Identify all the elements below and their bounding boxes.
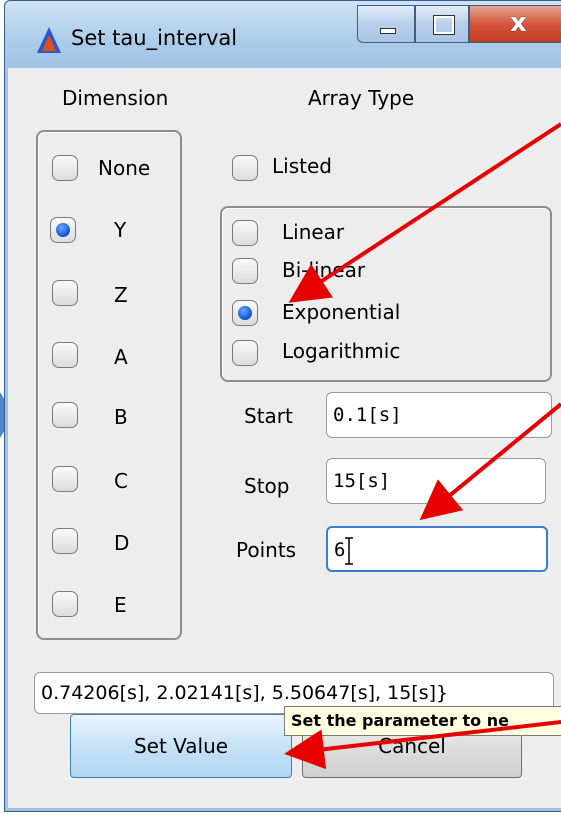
dimension-label-c: C <box>114 469 128 493</box>
minimize-icon <box>380 28 396 34</box>
array-type-radio-logarithmic[interactable] <box>232 340 258 366</box>
maximize-button[interactable] <box>415 5 469 43</box>
dimension-radio-none[interactable] <box>52 155 78 181</box>
window-title: Set tau_interval <box>71 26 238 50</box>
array-type-label-exponential: Exponential <box>282 300 401 324</box>
array-type-label-linear: Linear <box>282 220 345 244</box>
stop-input[interactable]: 15[s] <box>326 458 546 504</box>
stop-label: Stop <box>244 474 290 498</box>
text-cursor-icon <box>345 537 353 565</box>
dimension-group <box>36 130 182 640</box>
array-type-radio-linear[interactable] <box>232 220 258 246</box>
minimize-button[interactable] <box>357 5 415 43</box>
dimension-radio-d[interactable] <box>52 528 78 554</box>
dimension-radio-y[interactable] <box>50 217 76 243</box>
maximize-icon <box>433 15 455 35</box>
points-input[interactable]: 6 <box>326 526 548 572</box>
points-label: Points <box>236 538 297 562</box>
dimension-label-e: E <box>114 593 127 617</box>
dimension-heading: Dimension <box>62 86 169 110</box>
set-value-button[interactable]: Set Value <box>70 714 292 778</box>
start-input[interactable]: 0.1[s] <box>326 392 552 438</box>
dimension-radio-z[interactable] <box>52 280 78 306</box>
dimension-radio-c[interactable] <box>52 466 78 492</box>
dimension-label-none: None <box>98 156 151 180</box>
array-type-radio-listed[interactable] <box>232 155 258 181</box>
dimension-label-b: B <box>114 405 128 429</box>
array-type-radio-exponential[interactable] <box>232 300 258 326</box>
dimension-label-y: Y <box>114 218 127 242</box>
close-button[interactable]: x <box>469 5 561 43</box>
dimension-label-a: A <box>114 345 128 369</box>
stop-value: 15[s] <box>333 470 391 492</box>
array-type-label-listed: Listed <box>272 154 332 178</box>
dimension-label-d: D <box>114 531 130 555</box>
dimension-radio-b[interactable] <box>52 402 78 428</box>
dimension-label-z: Z <box>114 283 128 307</box>
dimension-radio-e[interactable] <box>52 591 78 617</box>
result-values-text: 0.74206[s], 2.02141[s], 5.50647[s], 15[s… <box>41 682 449 704</box>
array-type-radio-bilinear[interactable] <box>232 258 258 284</box>
close-icon: x <box>510 8 527 38</box>
array-type-heading: Array Type <box>308 86 415 110</box>
set-value-tooltip: Set the parameter to ne <box>284 706 561 736</box>
screenshot-root: Set tau_interval x Dimension Array Type … <box>0 0 561 816</box>
array-type-label-logarithmic: Logarithmic <box>282 339 401 363</box>
start-label: Start <box>244 404 293 428</box>
array-type-label-bilinear: Bi-linear <box>282 258 366 282</box>
dimension-radio-a[interactable] <box>52 342 78 368</box>
start-value: 0.1[s] <box>333 404 402 426</box>
app-logo-icon <box>37 27 61 53</box>
